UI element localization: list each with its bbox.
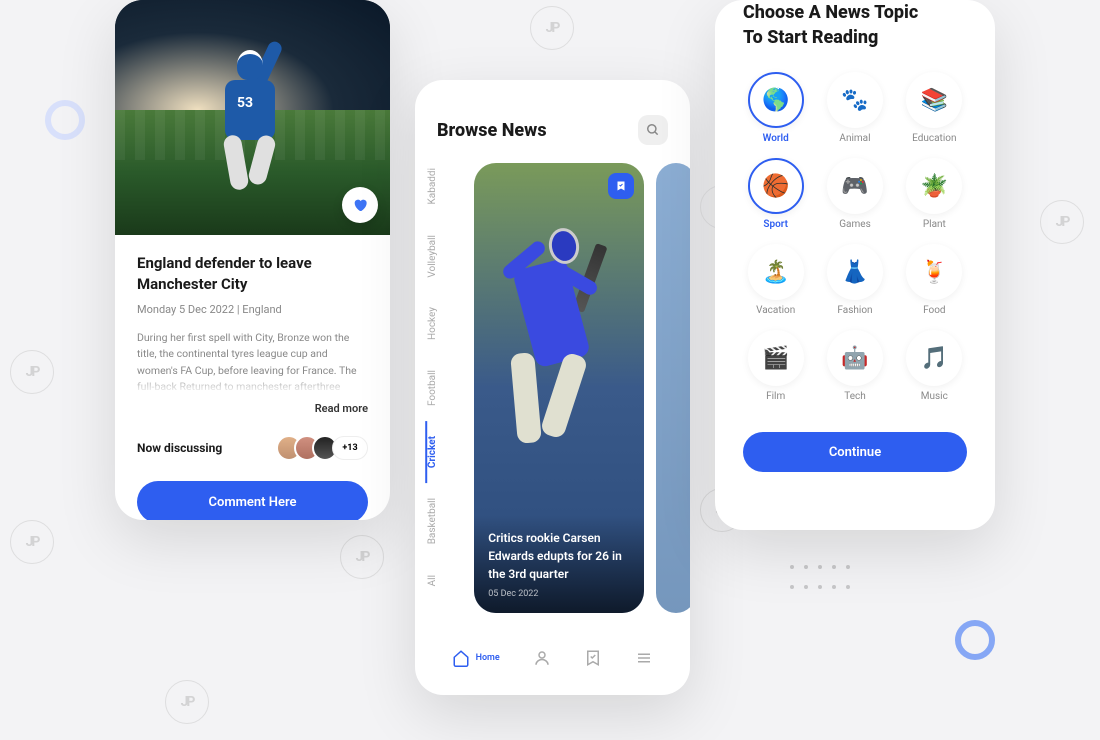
watermark-jp: JP (10, 520, 54, 564)
menu-icon (635, 649, 653, 667)
topic-plant[interactable]: 🪴 Plant (902, 158, 967, 230)
topic-education[interactable]: 📚 Education (902, 72, 967, 144)
bookmark-button[interactable] (608, 173, 634, 199)
topic-icon: 🐾 (827, 72, 883, 128)
browse-news-screen: Browse News AllBasketballCricketFootball… (415, 80, 690, 695)
topic-label: Food (923, 305, 945, 316)
news-card-headline: Critics rookie Carsen Edwards edupts for… (488, 529, 630, 583)
category-tabs-vertical: AllBasketballCricketFootballHockeyVolley… (425, 163, 452, 613)
search-icon (646, 123, 660, 137)
bottom-nav: Home (415, 620, 690, 695)
article-body: During her first spell with City, Bronze… (137, 330, 368, 394)
watermark-jp: JP (340, 535, 384, 579)
topic-film[interactable]: 🎬 Film (743, 330, 808, 402)
topic-games[interactable]: 🎮 Games (822, 158, 887, 230)
category-tab-hockey[interactable]: Hockey (425, 292, 452, 355)
nav-home[interactable]: Home (452, 649, 500, 667)
jersey-number: 53 (237, 95, 253, 111)
cricket-player-graphic (494, 203, 624, 483)
watermark-jp: JP (530, 6, 574, 50)
topic-label: World (763, 133, 789, 144)
topic-icon: 🪴 (906, 158, 962, 214)
topic-world[interactable]: 🌎 World (743, 72, 808, 144)
article-detail-screen: 53 England defender to leave Manchester … (115, 0, 390, 520)
nav-profile[interactable] (533, 649, 551, 667)
topic-label: Fashion (837, 305, 872, 316)
topic-vacation[interactable]: 🏝️ Vacation (743, 244, 808, 316)
topic-icon: 🎬 (748, 330, 804, 386)
favorite-button[interactable] (342, 187, 378, 223)
category-tab-basketball[interactable]: Basketball (425, 483, 452, 559)
topic-label: Tech (844, 391, 866, 402)
topic-tech[interactable]: 🤖 Tech (822, 330, 887, 402)
article-meta: Monday 5 Dec 2022 | England (137, 303, 368, 316)
heart-icon (352, 197, 368, 213)
comment-button[interactable]: Comment Here (137, 481, 368, 520)
topic-icon: 🍹 (906, 244, 962, 300)
topic-icon: 🎮 (827, 158, 883, 214)
topic-food[interactable]: 🍹 Food (902, 244, 967, 316)
topic-icon: 🤖 (827, 330, 883, 386)
topic-icon: 📚 (906, 72, 962, 128)
browse-title: Browse News (437, 120, 547, 141)
topic-icon: 👗 (827, 244, 883, 300)
football-player-graphic: 53 (205, 30, 305, 230)
category-tab-kabaddi[interactable]: Kabaddi (425, 153, 452, 219)
now-discussing-label: Now discussing (137, 441, 222, 455)
bookmark-check-icon (615, 180, 627, 192)
nav-menu[interactable] (635, 649, 653, 667)
topics-title-line1: Choose A News Topic (743, 0, 967, 25)
topic-sport[interactable]: 🏀 Sport (743, 158, 808, 230)
category-tab-football[interactable]: Football (425, 355, 452, 421)
bookmark-icon (584, 649, 602, 667)
watermark-jp: JP (10, 350, 54, 394)
news-card[interactable]: Critics rookie Carsen Edwards edupts for… (474, 163, 644, 613)
extra-count-pill: +13 (332, 436, 368, 460)
watermark-jp: JP (1040, 200, 1084, 244)
continue-button[interactable]: Continue (743, 432, 967, 472)
search-button[interactable] (638, 115, 668, 145)
article-hero-image: 53 (115, 0, 390, 235)
topic-chooser-screen: Choose A News Topic To Start Reading 🌎 Wo… (715, 0, 995, 530)
topics-title: Choose A News Topic To Start Reading (715, 0, 995, 72)
user-icon (533, 649, 551, 667)
topic-label: Plant (923, 219, 946, 230)
topic-icon: 🌎 (748, 72, 804, 128)
topic-icon: 🎵 (906, 330, 962, 386)
topic-label: Education (912, 133, 956, 144)
home-icon (452, 649, 470, 667)
category-tab-all[interactable]: All (425, 560, 452, 601)
nav-home-label: Home (476, 653, 500, 663)
news-card-date: 05 Dec 2022 (488, 589, 630, 599)
watermark-jp: JP (165, 680, 209, 724)
topic-label: Music (921, 391, 948, 402)
topic-icon: 🏝️ (748, 244, 804, 300)
article-title: England defender to leave Manchester Cit… (137, 253, 368, 295)
topic-label: Vacation (756, 305, 795, 316)
topics-grid: 🌎 World 🐾 Animal 📚 Education 🏀 Sport 🎮 Games 🪴 Plan… (715, 72, 995, 402)
topic-animal[interactable]: 🐾 Animal (822, 72, 887, 144)
category-tab-volleyball[interactable]: Volleyball (425, 220, 452, 293)
topic-label: Sport (763, 219, 788, 230)
topic-music[interactable]: 🎵 Music (902, 330, 967, 402)
topics-title-line2: To Start Reading (743, 25, 967, 50)
read-more-link[interactable]: Read more (137, 402, 368, 415)
topic-icon: 🏀 (748, 158, 804, 214)
discussing-avatars[interactable]: +13 (284, 435, 368, 461)
background-ring (45, 100, 85, 140)
background-ring (955, 620, 995, 660)
category-tab-cricket[interactable]: Cricket (425, 421, 452, 483)
topic-fashion[interactable]: 👗 Fashion (822, 244, 887, 316)
news-card-peek[interactable] (656, 163, 690, 613)
nav-saved[interactable] (584, 649, 602, 667)
topic-label: Games (839, 219, 870, 230)
topic-label: Film (766, 391, 785, 402)
background-dots (790, 565, 860, 595)
topic-label: Animal (839, 133, 870, 144)
